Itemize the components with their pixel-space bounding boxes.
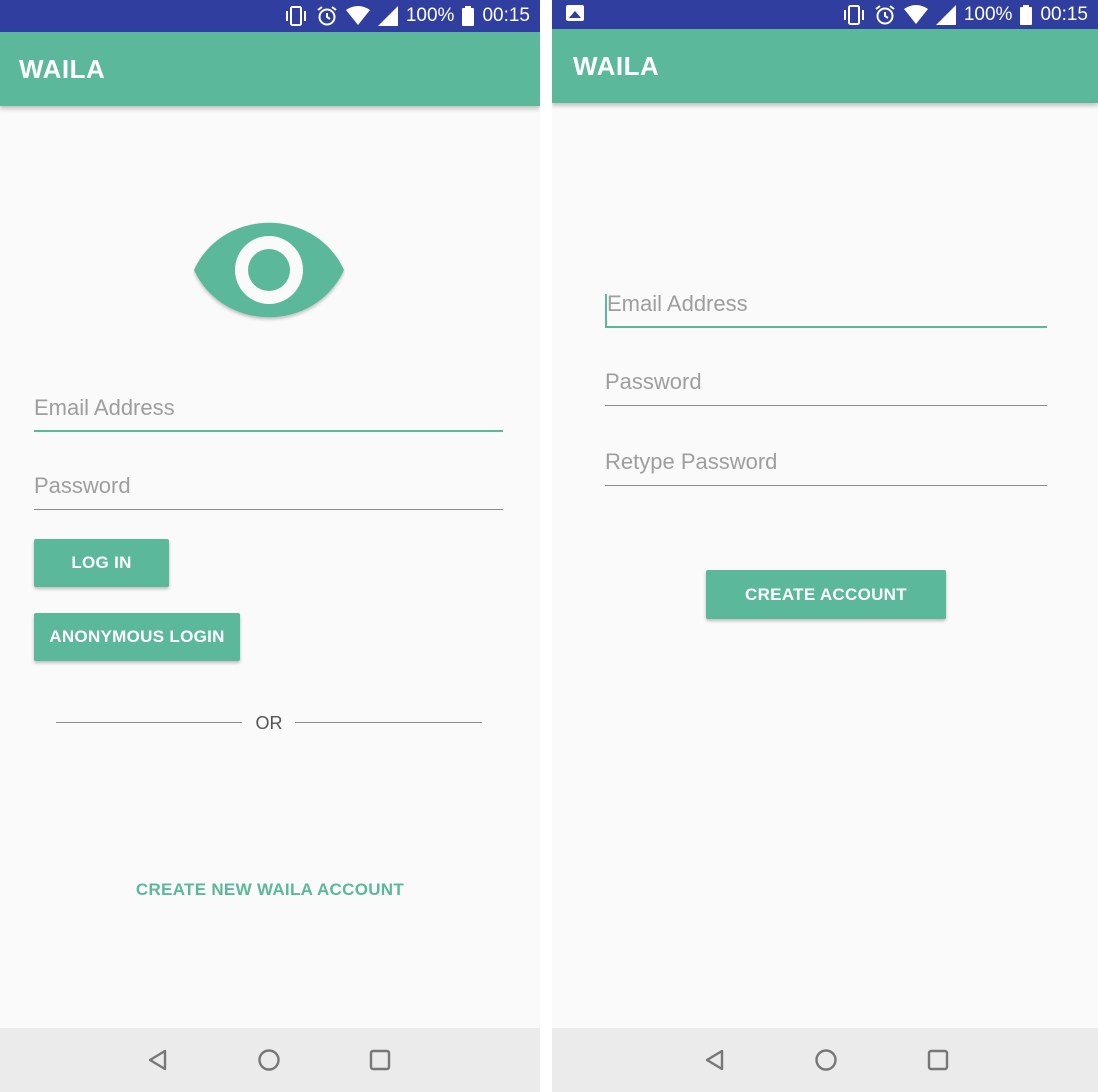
clock: 00:15 bbox=[482, 5, 530, 26]
navigation-bar bbox=[0, 1028, 540, 1092]
back-icon[interactable] bbox=[699, 1044, 731, 1076]
register-screen: 100% 00:15 WAILA CREATE ACCOUNT bbox=[552, 0, 1098, 1092]
password-input[interactable] bbox=[34, 468, 503, 510]
signal-icon bbox=[935, 4, 956, 25]
email-underline bbox=[605, 326, 1047, 328]
alarm-icon bbox=[317, 6, 337, 26]
password-underline bbox=[34, 509, 503, 510]
home-icon[interactable] bbox=[810, 1044, 842, 1076]
battery-percent: 100% bbox=[963, 3, 1013, 25]
anonymous-login-button[interactable]: ANONYMOUS LOGIN bbox=[34, 613, 240, 661]
divider-label: OR bbox=[255, 713, 283, 733]
status-bar: 100% 00:15 bbox=[552, 0, 1098, 29]
retype-password-underline bbox=[605, 485, 1047, 486]
password-input[interactable] bbox=[605, 364, 1047, 406]
password-field[interactable] bbox=[34, 466, 503, 510]
retype-password-input[interactable] bbox=[605, 444, 1047, 486]
app-bar: WAILA bbox=[0, 32, 540, 106]
login-button[interactable]: LOG IN bbox=[34, 539, 169, 587]
or-divider: OR bbox=[56, 712, 482, 736]
password-underline bbox=[605, 405, 1047, 406]
app-title: WAILA bbox=[573, 51, 660, 81]
create-account-button[interactable]: CREATE ACCOUNT bbox=[706, 570, 946, 619]
divider-line-right bbox=[295, 722, 482, 723]
home-icon[interactable] bbox=[253, 1044, 285, 1076]
text-cursor bbox=[605, 294, 607, 326]
password-field[interactable] bbox=[605, 362, 1047, 406]
alarm-icon bbox=[875, 4, 895, 24]
recents-icon[interactable] bbox=[922, 1044, 954, 1076]
clock: 00:15 bbox=[1040, 3, 1088, 25]
battery-icon bbox=[462, 6, 475, 26]
image-notification-icon bbox=[566, 5, 584, 21]
vibrate-icon bbox=[285, 6, 306, 26]
eye-icon bbox=[194, 222, 344, 318]
vibrate-icon bbox=[843, 4, 864, 25]
battery-icon bbox=[1020, 4, 1033, 25]
recents-icon[interactable] bbox=[364, 1044, 396, 1076]
signal-icon bbox=[377, 6, 398, 26]
app-bar: WAILA bbox=[552, 29, 1098, 103]
status-bar: 100% 00:15 bbox=[0, 0, 540, 32]
email-input[interactable] bbox=[34, 390, 503, 432]
email-field[interactable] bbox=[34, 388, 503, 432]
battery-percent: 100% bbox=[405, 5, 455, 26]
app-title: WAILA bbox=[19, 54, 106, 84]
wifi-icon bbox=[903, 4, 928, 24]
login-screen: 100% 00:15 WAILA LOG IN ANONYMOUS LOGIN … bbox=[0, 0, 540, 1092]
retype-password-field[interactable] bbox=[605, 442, 1047, 486]
wifi-icon bbox=[345, 6, 370, 25]
navigation-bar bbox=[552, 1028, 1098, 1092]
email-field[interactable] bbox=[605, 284, 1047, 328]
email-input[interactable] bbox=[605, 286, 1047, 328]
create-account-link[interactable]: CREATE NEW WAILA ACCOUNT bbox=[0, 876, 540, 904]
back-icon[interactable] bbox=[142, 1044, 174, 1076]
email-underline bbox=[34, 430, 503, 432]
